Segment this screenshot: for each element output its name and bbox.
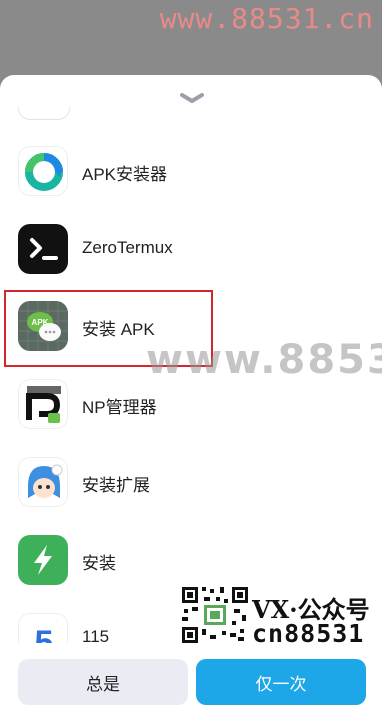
apk-installer-icon — [18, 146, 68, 196]
svg-text:5: 5 — [35, 624, 54, 643]
app-label: ZeroTermux — [82, 238, 173, 257]
just-once-button[interactable]: 仅一次 — [196, 659, 366, 705]
app-item-install-extension[interactable]: 安装扩展 — [0, 445, 382, 521]
app-item-apk-installer[interactable]: APK安装器 — [0, 134, 382, 210]
always-button[interactable]: 总是 — [18, 659, 188, 705]
lightning-icon — [18, 535, 68, 585]
action-bar: 总是 仅一次 — [0, 653, 382, 723]
np-manager-icon — [18, 379, 68, 429]
qr-code-icon — [180, 585, 250, 645]
app-label: NP管理器 — [82, 398, 157, 417]
app-item-zerotermux[interactable]: ZeroTermux — [0, 212, 382, 288]
app-label: APK安装器 — [82, 165, 168, 184]
app-label: 安装扩展 — [82, 476, 150, 495]
app-label: 115 — [82, 627, 110, 643]
terminal-icon — [18, 224, 68, 274]
anime-avatar-icon — [18, 457, 68, 507]
watermark-url: www.88531.cn — [159, 2, 374, 35]
watermark-id: cn88531 — [252, 619, 365, 648]
partial-app-icon — [18, 107, 70, 120]
app-label: 安装 — [82, 554, 116, 573]
app-115-icon: 5 — [18, 613, 68, 643]
watermark-url: www.88531.cn — [146, 337, 382, 383]
